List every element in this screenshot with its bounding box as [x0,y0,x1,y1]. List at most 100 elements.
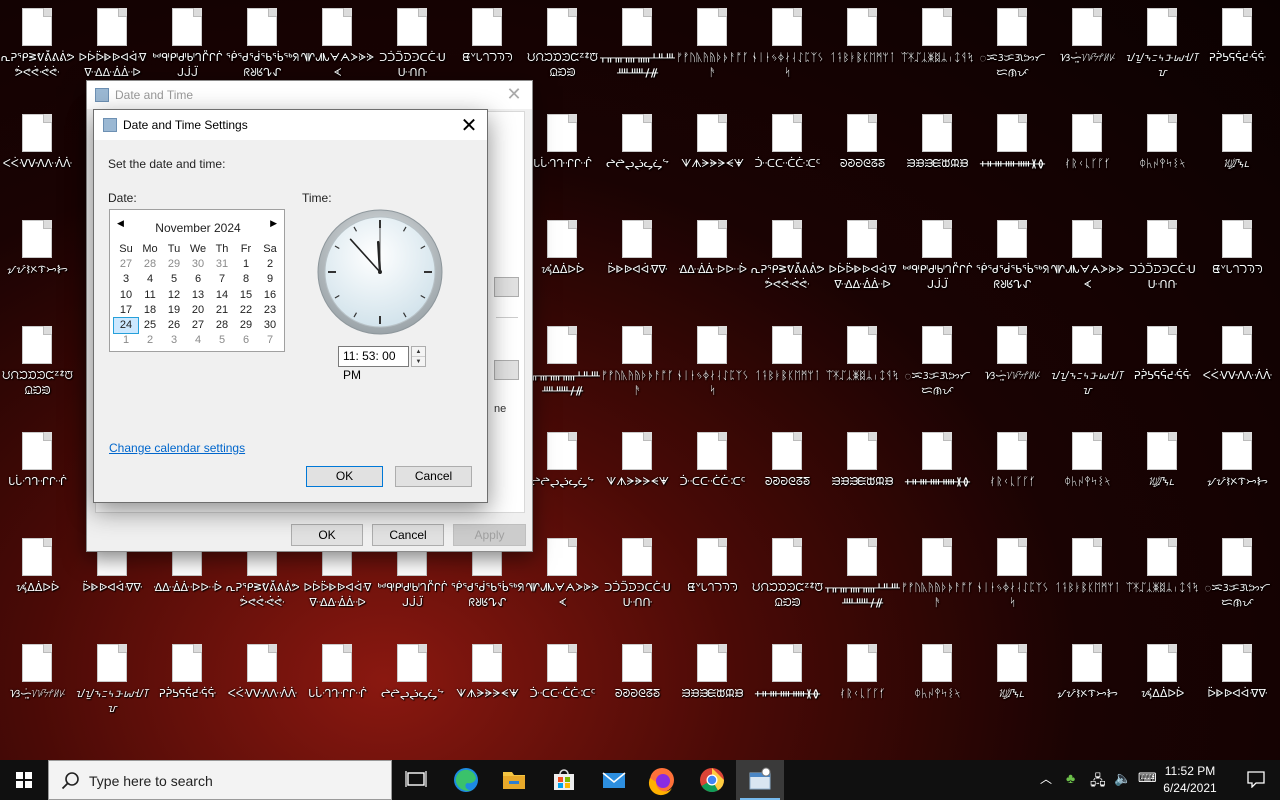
desktop-file-icon[interactable]: ᛐᛑᛒᛓᛔᛕᛖᛗᛘᛙ [750,318,825,414]
calendar-day[interactable]: 1 [114,333,138,348]
calendar-day[interactable]: 31 [210,257,234,272]
calendar-day[interactable]: 3 [162,333,186,348]
desktop-file-icon[interactable]: ᘐᘑᘒᘓᘔᘕ [825,106,900,202]
close-icon[interactable]: ✕ [457,113,481,138]
desktop-file-icon[interactable]: ᗐᗑᗒᗓᗔᗕᗖ [675,106,750,202]
desktop-file-icon[interactable]: ᕈᕉᕊᕋᕌᕍᕎᕏ [150,636,225,732]
cancel-button[interactable]: Cancel [372,524,444,546]
calendar-day[interactable]: 30 [258,318,282,333]
task-view-button[interactable] [392,760,440,800]
desktop-file-icon[interactable]: ᘀᘁᘂᘃᘄᘅᘆ [675,530,750,626]
desktop-file-icon[interactable]: ᑠᑡᑢᑣᑤᑥᑦ [675,424,750,520]
desktop-file-icon[interactable]: ᙀᙁᙂᙃᙄᙅᙆᙇᙈᙉᙊᙋ [525,0,600,96]
desktop-file-icon[interactable]: ᚐᚑᚒᚓᚔᚕᚖ [750,636,825,732]
desktop-file-icon[interactable]: ᜰᜱᜲᜳ᜴ᝐᝑ [975,636,1050,732]
desktop-file-icon[interactable]: ᛐᛑᛒᛓᛔᛕᛖᛗᛘᛙ [825,0,900,96]
start-button[interactable] [0,760,48,800]
desktop-file-icon[interactable]: ᛰᛱᛲᛳᛴᛵᛶ [1125,106,1200,202]
desktop-file-icon[interactable]: ᚐᚑᚒᚓᚔᚕᚖ [975,106,1050,202]
desktop-file-icon[interactable]: ᗐᗑᗒᗓᗔᗕᗖ [450,636,525,732]
desktop-file-icon[interactable]: ᑐᑑᑒᑓᑔᑕᑖᑗᑘᑙᑚ [1125,212,1200,308]
desktop-file-icon[interactable]: ᝠᝡᝢᝣᝤᝥᝦ [1050,636,1125,732]
change-timezone-button-fragment[interactable] [494,360,519,380]
spin-down-icon[interactable]: ▼ [412,357,425,367]
chrome-button[interactable] [688,760,736,800]
desktop-file-icon[interactable]: ᒐᒑᒒᒓᒔᒕᒖ [0,424,75,520]
calendar-day[interactable]: 3 [114,272,138,287]
dialog-cancel-button[interactable]: Cancel [395,466,472,487]
desktop-file-icon[interactable]: ᖠᖡᖢᖣᖤᖥᖦ [375,636,450,732]
desktop-file-icon[interactable]: ᛠᛡᛢᛣᛤᛥᛦᛧᛨᛩᛪ [1125,530,1200,626]
desktop-file-icon[interactable]: ᑐᑑᑒᑓᑔᑕᑖᑗᑘᑙᑚ [600,530,675,626]
network-icon[interactable]: 🖧 [1090,770,1106,794]
desktop-file-icon[interactable]: ᛠᛡᛢᛣᛤᛥᛦᛧᛨᛩᛪ [900,0,975,96]
desktop-file-icon[interactable]: ᝠᝡᝢᝣᝤᝥᝦ [0,212,75,308]
desktop-file-icon[interactable]: ᕆᕈᕿᕒᕓᕔᕕᕖᕗᕘᕙᕚᕛᕜ [0,0,75,96]
calendar-day[interactable]: 13 [186,288,210,303]
desktop-file-icon[interactable]: ᜐᜑᜒᜓ᜔ᜠᜡᜢᜣᜤᜥ [1050,0,1125,96]
apply-button[interactable]: Apply [453,524,526,546]
calendar-day[interactable]: 20 [186,303,210,318]
desktop-file-icon[interactable]: ᙐᙑᙒᙓᙔᙕᙖ [825,424,900,520]
desktop-file-icon[interactable]: ᚁᚂᚃᚄᚅᚆᚇᚈᚉᚊᚋᚌ [825,530,900,626]
calendar-day[interactable]: 22 [234,303,258,318]
calendar-day[interactable]: 2 [138,333,162,348]
calendar-day[interactable]: 25 [138,318,162,333]
desktop-file-icon[interactable]: ᝠᝡᝢᝣᝤᝥᝦ [1200,424,1275,520]
dialog-titlebar[interactable]: Date and Time Settings ✕ [94,110,487,140]
control-panel-button[interactable] [736,760,784,800]
calendar-month-title[interactable]: November 2024 [130,221,266,235]
desktop-file-icon[interactable]: ᘀᘁᘂᘃᘄᘅᘆ [1200,212,1275,308]
desktop-file-icon[interactable]: ᕆᕈᕿᕒᕓᕔᕕᕖᕗᕘᕙᕚᕛᕜ [750,212,825,308]
desktop-file-icon[interactable]: ᐇᐈᐉᐊᐋᐌᐍ [600,212,675,308]
desktop-file-icon[interactable]: ᝀᝁᝂᝃᝄᝅᝆᝇᝈᝉ [1125,0,1200,96]
calendar-day[interactable]: 17 [114,303,138,318]
calendar-day[interactable]: 7 [258,333,282,348]
notifications-icon[interactable] [1246,770,1266,788]
desktop-file-icon[interactable]: ᖠᖡᖢᖣᖤᖥᖦ [600,106,675,202]
calendar-day[interactable]: 29 [234,318,258,333]
desktop-file-icon[interactable]: ᗀᗁᗂᗃᗄᗅᗆᗇᗈᗉ [1050,212,1125,308]
desktop-file-icon[interactable]: ᜀᜁᜂᜃᜄᜅᜆᜇᜈᜉ [1200,530,1275,626]
desktop-file-icon[interactable]: ᝀᝁᝂᝃᝄᝅᝆᝇᝈᝉ [75,636,150,732]
desktop-file-icon[interactable]: ᐸᐹᐺᐻᐼᐽᐾᐿ [1200,318,1275,414]
desktop-file-icon[interactable]: ᜀᜁᜂᜃᜄᜅᜆᜇᜈᜉ [975,0,1050,96]
desktop-file-icon[interactable]: ᙀᙁᙂᙃᙄᙅᙆᙇᙈᙉᙊᙋ [750,530,825,626]
desktop-file-icon[interactable]: ᑠᑡᑢᑣᑤᑥᑦ [525,636,600,732]
volume-icon[interactable]: 🔈 [1114,770,1131,787]
desktop-file-icon[interactable]: ᜰᜱᜲᜳ᜴ᝐᝑ [1200,106,1275,202]
calendar-day[interactable]: 26 [162,318,186,333]
calendar-day[interactable]: 29 [162,257,186,272]
desktop-file-icon[interactable]: ᚠᚡᚢᚣᚤᚥᚦᚧᚨᚩᚪᚫ [675,0,750,96]
chevron-up-icon[interactable]: ︿ [1040,770,1052,787]
desktop-file-icon[interactable]: ᐇᐈᐉᐊᐋᐌᐍ [1200,636,1275,732]
calendar-day[interactable]: 6 [186,272,210,287]
calendar-day[interactable]: 6 [234,333,258,348]
calendar-day[interactable]: 11 [138,288,162,303]
desktop-file-icon[interactable]: ᚁᚂᚃᚄᚅᚆᚇᚈᚉᚊᚋᚌ [525,318,600,414]
desktop-file-icon[interactable]: ᛀᛁᛂᛃᛄᛅᛆᛇᛈᛉᛊᛋ [750,0,825,96]
spin-up-icon[interactable]: ▲ [412,347,425,357]
desktop-file-icon[interactable]: ᛰᛱᛲᛳᛴᛵᛶ [1050,424,1125,520]
mail-button[interactable] [590,760,638,800]
calendar-day[interactable]: 12 [162,288,186,303]
store-button[interactable] [540,760,588,800]
desktop-file-icon[interactable]: ᝰᝲᝳᐃᐄᐅᐆ [1125,636,1200,732]
calendar-day[interactable]: 28 [138,257,162,272]
desktop-file-icon[interactable]: ᐸᐹᐺᐻᐼᐽᐾᐿ [0,106,75,202]
desktop-file-icon[interactable]: ᕈᕉᕊᕋᕌᕍᕎᕏ [1125,318,1200,414]
calendar-day[interactable]: 1 [234,257,258,272]
desktop-file-icon[interactable]: ᑠᑡᑢᑣᑤᑥᑦ [750,106,825,202]
calendar[interactable]: ◀ November 2024 ▶ Su Mo Tu We Th Fr Sa 27 28 29 30… [109,209,285,352]
desktop-file-icon[interactable]: ᛀᛁᛂᛃᛄᛅᛆᛇᛈᛉᛊᛋ [975,530,1050,626]
calendar-day[interactable]: 15 [234,288,258,303]
calendar-day[interactable]: 14 [210,288,234,303]
calendar-day[interactable]: 19 [162,303,186,318]
calendar-day[interactable]: 2 [258,257,282,272]
calendar-day[interactable]: 28 [210,318,234,333]
edge-button[interactable] [442,760,490,800]
desktop-file-icon[interactable]: ᛐᛑᛒᛓᛔᛕᛖᛗᛘᛙ [1050,530,1125,626]
app-tray-icon[interactable]: ♣ [1066,770,1075,786]
desktop-file-icon[interactable]: ᘐᘑᘒᘓᘔᘕ [600,636,675,732]
calendar-day[interactable]: 21 [210,303,234,318]
